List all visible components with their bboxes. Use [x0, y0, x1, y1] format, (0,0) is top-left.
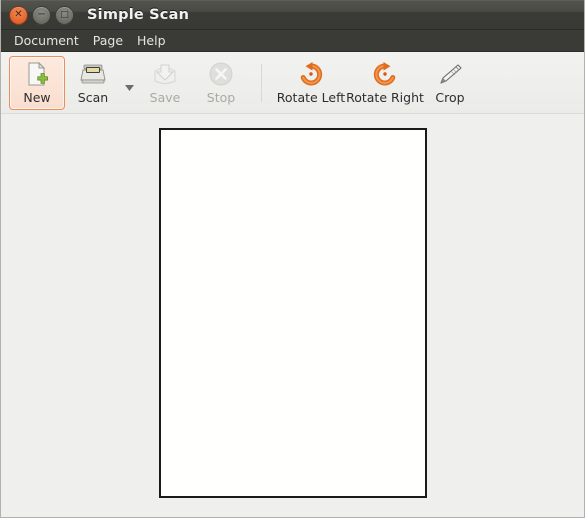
title-bar: ✕ − □ Simple Scan — [1, 0, 584, 30]
menu-item-document[interactable]: Document — [7, 31, 86, 50]
window-title: Simple Scan — [87, 7, 190, 23]
page-preview[interactable] — [159, 128, 427, 498]
minimize-icon: − — [37, 9, 46, 20]
stop-icon — [208, 61, 234, 87]
maximize-button[interactable]: □ — [55, 5, 74, 25]
toolbar-label-stop: Stop — [206, 90, 236, 105]
toolbar-label-save: Save — [149, 90, 181, 105]
close-button[interactable]: ✕ — [9, 5, 28, 25]
toolbar-label-crop: Crop — [435, 90, 465, 105]
scan-dropdown-button[interactable] — [121, 56, 137, 110]
menu-item-page[interactable]: Page — [86, 31, 130, 50]
save-icon — [152, 61, 178, 87]
toolbar-label-new: New — [23, 90, 51, 105]
menu-bar: Document Page Help — [1, 30, 584, 52]
menu-item-help[interactable]: Help — [130, 31, 173, 50]
new-document-icon — [24, 61, 50, 87]
toolbar-button-scan[interactable]: Scan — [65, 56, 121, 110]
chevron-down-icon — [124, 85, 134, 91]
minimize-button[interactable]: − — [32, 5, 51, 25]
close-icon: ✕ — [14, 9, 23, 20]
toolbar: New Scan Save Stop Rotate Left Rotate Ri… — [1, 52, 584, 114]
toolbar-button-save[interactable]: Save — [137, 56, 193, 110]
toolbar-label-scan: Scan — [77, 90, 109, 105]
crop-icon — [437, 61, 463, 87]
app-window: ✕ − □ Simple Scan Document Page Help New… — [0, 0, 585, 518]
toolbar-button-crop[interactable]: Crop — [422, 56, 478, 110]
maximize-icon: □ — [60, 9, 69, 20]
toolbar-button-rotate-left[interactable]: Rotate Left — [274, 56, 348, 110]
rotate-right-icon — [372, 61, 398, 87]
document-workspace[interactable] — [1, 114, 584, 516]
toolbar-label-rotate-left: Rotate Left — [276, 90, 346, 105]
rotate-left-icon — [298, 61, 324, 87]
scanner-icon — [80, 61, 106, 87]
toolbar-button-stop[interactable]: Stop — [193, 56, 249, 110]
toolbar-label-rotate-right: Rotate Right — [346, 90, 424, 105]
toolbar-separator — [261, 64, 262, 102]
toolbar-button-new[interactable]: New — [9, 56, 65, 110]
window-controls: ✕ − □ — [9, 5, 74, 25]
toolbar-button-rotate-right[interactable]: Rotate Right — [346, 56, 424, 110]
